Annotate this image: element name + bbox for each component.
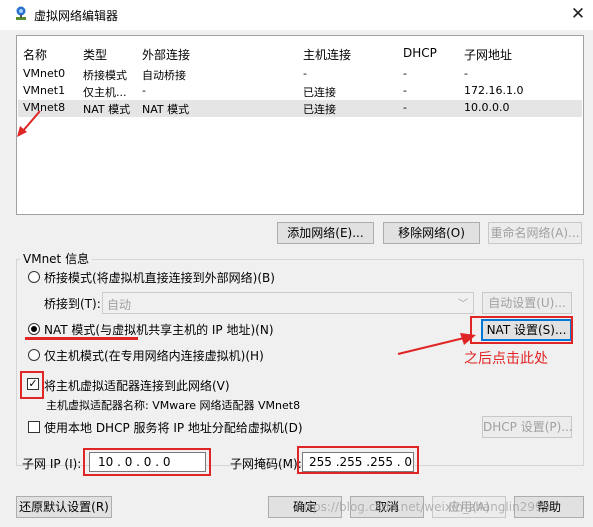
watermark-text: https://blog.csdn.net/weixin_zhanglin299…: [296, 500, 551, 514]
annotation-arrow-icon: [17, 110, 41, 137]
adapter-name-text: 主机虚拟适配器名称: VMware 网络适配器 VMnet8: [46, 399, 301, 412]
add-network-button[interactable]: 添加网络(E)...: [277, 222, 374, 244]
cell-dhcp: -: [403, 67, 407, 80]
nat-settings-highlight: [470, 316, 573, 344]
dhcp-label[interactable]: 使用本地 DHCP 服务将 IP 地址分配给虚拟机(D): [44, 419, 303, 436]
host-only-radio[interactable]: [28, 349, 40, 361]
cell-host: 已连接: [303, 103, 336, 116]
cell-subnet: 172.16.1.0: [464, 84, 524, 97]
dhcp-checkbox[interactable]: [28, 421, 40, 433]
remove-network-button[interactable]: 移除网络(O): [383, 222, 480, 244]
column-header-subnet[interactable]: 子网地址: [464, 46, 512, 63]
table-row-selected[interactable]: VMnet8 NAT 模式 NAT 模式 已连接 - 10.0.0.0: [18, 100, 582, 117]
subnet-ip-highlight: [83, 448, 211, 476]
subnet-mask-highlight: [297, 446, 419, 474]
subnet-mask-label: 子网掩码(M):: [230, 457, 302, 471]
cell-name: VMnet0: [23, 67, 66, 80]
restore-defaults-button[interactable]: 还原默认设置(R): [16, 496, 112, 518]
network-editor-icon: [16, 6, 26, 20]
column-header-type[interactable]: 类型: [83, 46, 107, 63]
cell-host: -: [303, 67, 307, 80]
column-header-name[interactable]: 名称: [23, 46, 47, 63]
bridge-mode-label[interactable]: 桥接模式(将虚拟机直接连接到外部网络)(B): [44, 269, 275, 286]
subnet-ip-label: 子网 IP (I):: [22, 457, 82, 471]
bridge-to-label: 桥接到(T):: [44, 297, 101, 311]
nat-underline-annotation: [25, 337, 138, 340]
cell-type: NAT 模式: [83, 103, 131, 116]
virtual-network-editor-window: 虚拟网络编辑器 ✕ 名称 类型 外部连接 主机连接 DHCP 子网地址 VMne…: [0, 0, 593, 527]
window-title: 虚拟网络编辑器: [34, 9, 119, 23]
cell-host: 已连接: [303, 86, 336, 99]
cell-external: 自动桥接: [142, 69, 186, 82]
cell-subnet: 10.0.0.0: [464, 101, 510, 114]
network-list[interactable]: 名称 类型 外部连接 主机连接 DHCP 子网地址 VMnet0 桥接模式 自动…: [16, 35, 584, 215]
cell-dhcp: -: [403, 84, 407, 97]
cell-external: NAT 模式: [142, 103, 190, 116]
bridge-to-select[interactable]: 自动 ﹀: [102, 292, 474, 314]
nat-mode-radio[interactable]: [28, 323, 40, 335]
auto-settings-button[interactable]: 自动设置(U)...: [482, 292, 572, 314]
table-row[interactable]: VMnet1 仅主机... - 已连接 - 172.16.1.0: [18, 83, 582, 100]
cell-type: 桥接模式: [83, 69, 127, 82]
checkbox-highlight: [20, 371, 44, 399]
close-icon[interactable]: ✕: [566, 3, 590, 25]
column-header-host[interactable]: 主机连接: [303, 46, 351, 63]
cell-type: 仅主机...: [83, 86, 127, 99]
host-only-label[interactable]: 仅主机模式(在专用网络内连接虚拟机)(H): [44, 347, 264, 364]
nat-mode-label[interactable]: NAT 模式(与虚拟机共享主机的 IP 地址)(N): [44, 321, 274, 338]
cell-subnet: -: [464, 67, 468, 80]
vmnet-info-label: VMnet 信息: [20, 250, 93, 267]
dhcp-settings-button[interactable]: DHCP 设置(P)...: [482, 416, 573, 438]
chevron-down-icon: ﹀: [458, 299, 468, 310]
table-row[interactable]: VMnet0 桥接模式 自动桥接 - - -: [18, 66, 582, 83]
title-bar: 虚拟网络编辑器 ✕: [0, 0, 593, 30]
column-header-dhcp[interactable]: DHCP: [403, 46, 437, 60]
cell-external: -: [142, 84, 146, 97]
rename-network-button[interactable]: 重命名网络(A)...: [488, 222, 582, 244]
cell-dhcp: -: [403, 101, 407, 114]
bridge-to-value: 自动: [107, 298, 132, 312]
annotation-note: 之后点击此处: [464, 351, 548, 367]
cell-name: VMnet1: [23, 84, 66, 97]
bridge-mode-radio[interactable]: [28, 271, 40, 283]
column-header-external[interactable]: 外部连接: [142, 46, 190, 63]
connect-adapter-label[interactable]: 将主机虚拟适配器连接到此网络(V): [44, 377, 230, 394]
